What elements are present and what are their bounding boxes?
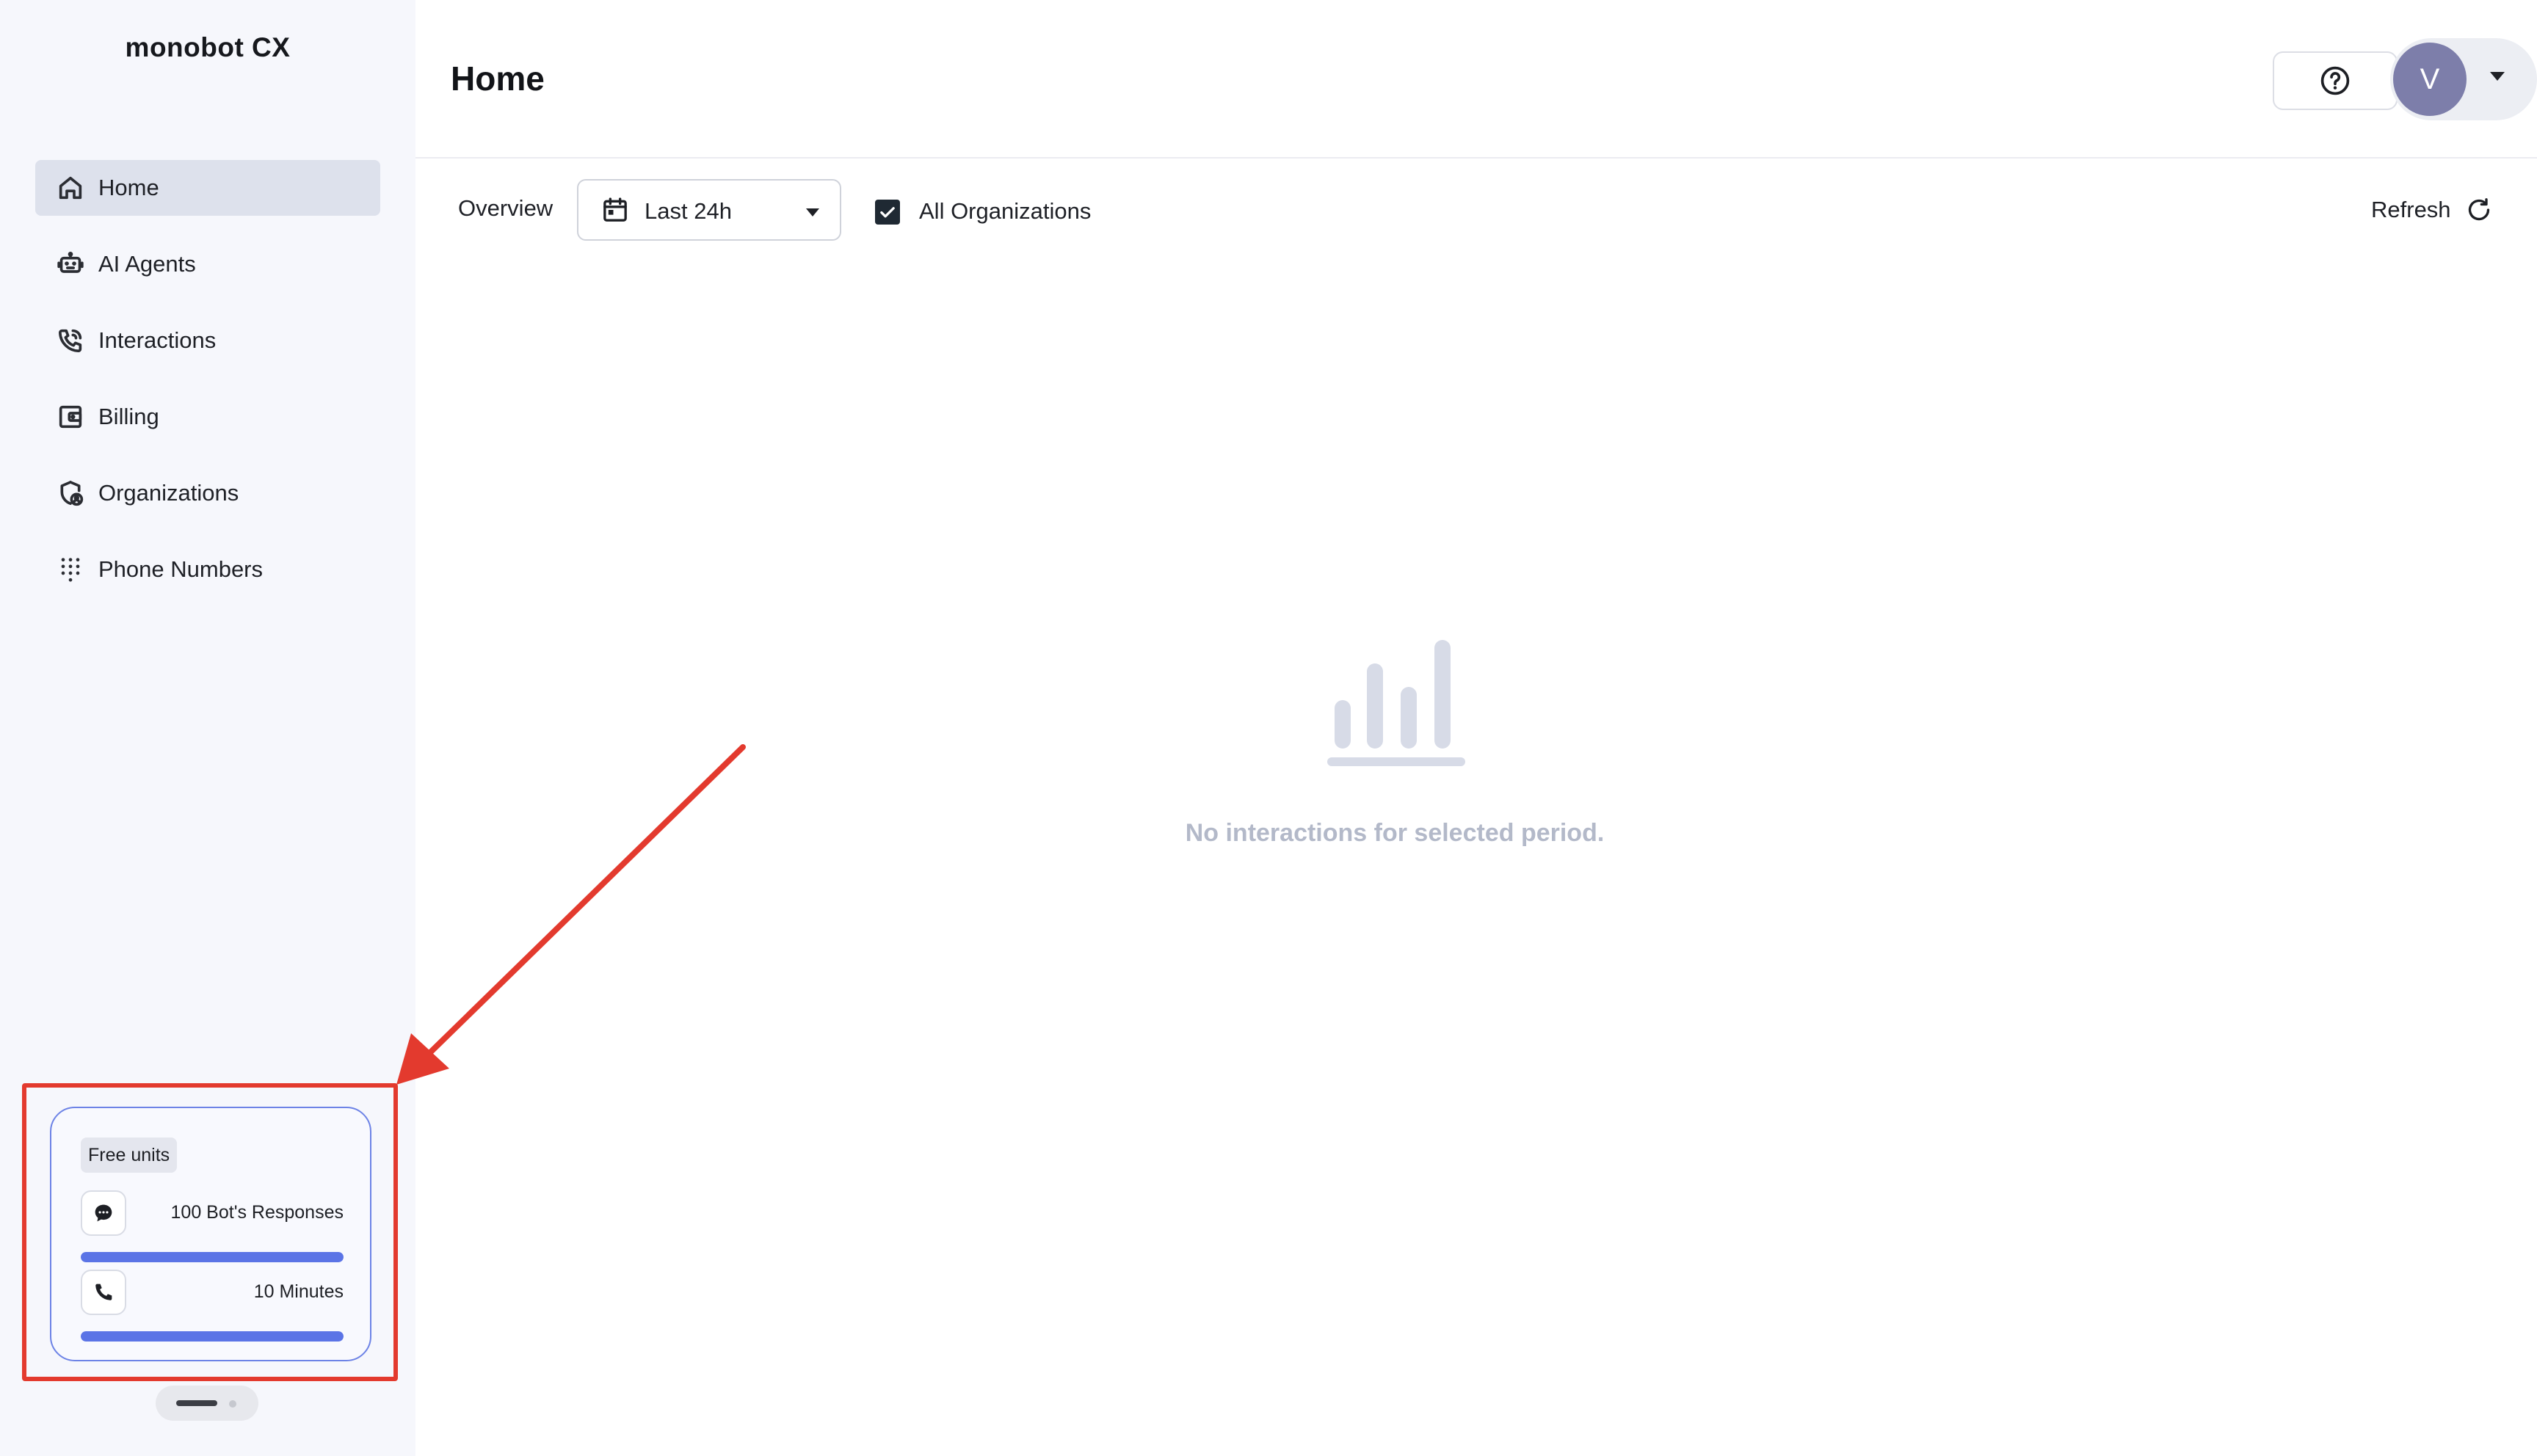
date-range-select[interactable]: Last 24h <box>577 179 841 241</box>
sidebar-item-home[interactable]: Home <box>35 160 380 216</box>
all-organizations-checkbox[interactable] <box>875 200 900 225</box>
sidebar-item-billing[interactable]: Billing <box>35 389 380 445</box>
sidebar-item-label: Phone Numbers <box>98 556 264 582</box>
sidebar-item-interactions[interactable]: Interactions <box>35 313 380 368</box>
sidebar-item-label: Interactions <box>98 327 217 353</box>
refresh-label: Refresh <box>2371 197 2451 222</box>
profile-menu[interactable]: V <box>2390 38 2537 120</box>
free-unit-label: 10 Minutes <box>253 1281 344 1302</box>
sidebar-item-phone-numbers[interactable]: Phone Numbers <box>35 542 380 597</box>
sidebar-item-organizations[interactable]: Organizations <box>35 465 380 521</box>
page-title: Home <box>451 59 545 98</box>
brand-logo[interactable]: monobot CX <box>0 32 415 63</box>
carousel-pager[interactable] <box>156 1386 258 1421</box>
free-units-tag: Free units <box>81 1138 178 1173</box>
top-header: Home V <box>415 0 2537 159</box>
app-root: monobot CX Home AI Agents Interactions B… <box>0 0 2537 1456</box>
overview-label: Overview <box>458 195 554 221</box>
pager-active-indicator[interactable] <box>176 1400 217 1406</box>
robot-icon <box>56 250 85 279</box>
wallet-icon <box>56 402 85 432</box>
phone-icon <box>81 1270 126 1315</box>
pager-inactive-dot[interactable] <box>229 1400 236 1408</box>
free-units-card[interactable]: Free units 100 Bot's Responses 10 Minute… <box>50 1107 371 1361</box>
date-range-value: Last 24h <box>645 198 732 224</box>
sidebar-item-label: Billing <box>98 404 159 429</box>
free-unit-progress-fill <box>81 1252 344 1262</box>
sidebar: monobot CX Home AI Agents Interactions B… <box>0 0 415 1456</box>
free-unit-progress-fill <box>81 1331 344 1342</box>
chevron-down-icon <box>806 208 819 216</box>
help-button[interactable] <box>2273 51 2398 110</box>
refresh-icon <box>2468 198 2489 221</box>
free-unit-label: 100 Bot's Responses <box>170 1202 344 1223</box>
empty-state-message: No interactions for selected period. <box>1185 819 1605 847</box>
bar-chart-icon <box>1327 640 1465 766</box>
all-organizations-label[interactable]: All Organizations <box>919 198 1091 225</box>
check-icon <box>880 207 895 218</box>
avatar[interactable]: V <box>2393 43 2467 116</box>
free-unit-progress-bar <box>81 1331 344 1342</box>
phone-icon <box>56 326 85 355</box>
sidebar-item-ai-agents[interactable]: AI Agents <box>35 236 380 292</box>
chat-bubble-icon <box>81 1190 126 1236</box>
sidebar-item-label: AI Agents <box>98 251 196 277</box>
sidebar-item-label: Organizations <box>98 480 239 506</box>
dialpad-icon <box>56 555 85 584</box>
chevron-down-icon[interactable] <box>2490 72 2505 81</box>
sidebar-item-label: Home <box>98 175 159 200</box>
free-unit-bot-responses: 100 Bot's Responses <box>81 1190 344 1264</box>
shield-user-icon <box>56 478 85 508</box>
home-icon <box>56 173 85 203</box>
free-unit-minutes: 10 Minutes <box>81 1270 344 1343</box>
help-icon <box>2320 66 2350 95</box>
free-unit-progress-bar <box>81 1252 344 1262</box>
calendar-icon <box>603 197 627 222</box>
refresh-button[interactable]: Refresh <box>2371 194 2494 226</box>
